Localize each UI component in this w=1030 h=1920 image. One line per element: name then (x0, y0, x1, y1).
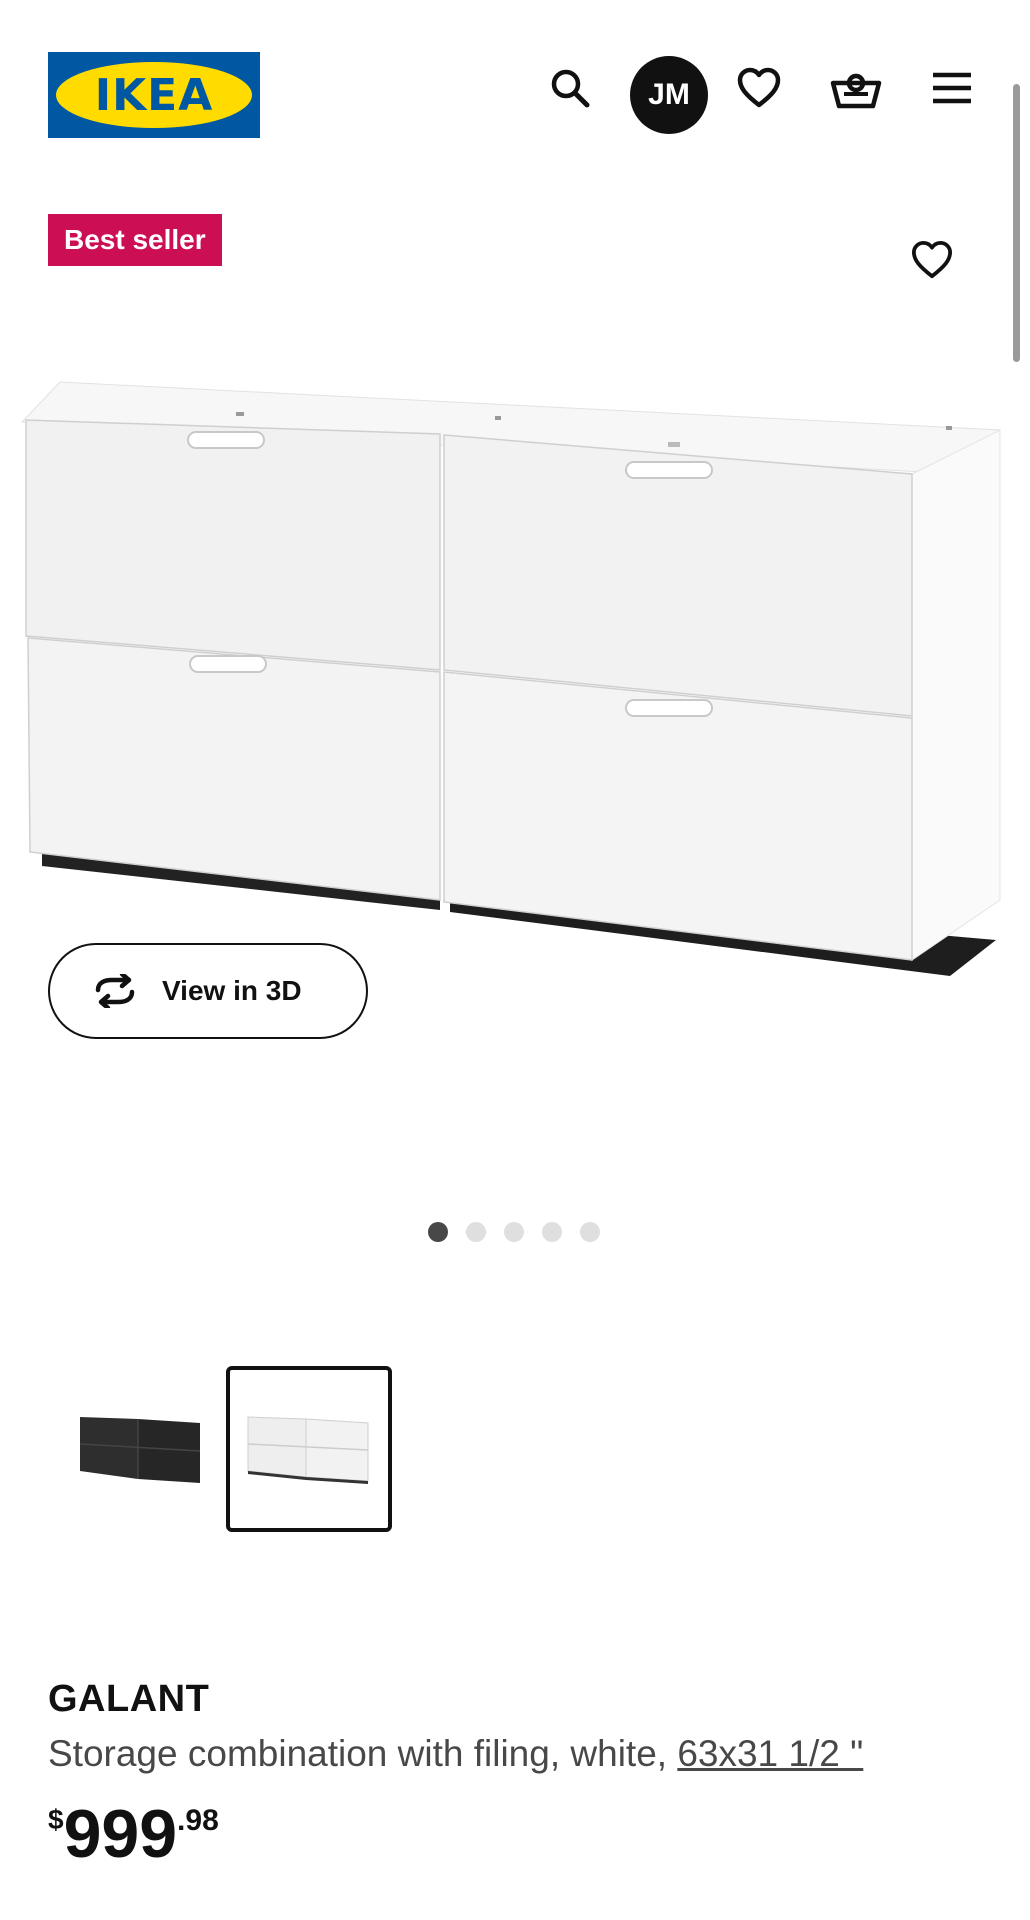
carousel-pagination (428, 1222, 600, 1242)
black-brown-cabinet-thumbnail (79, 1417, 201, 1483)
variant-thumbnail-black-brown[interactable] (58, 1366, 224, 1532)
menu-icon[interactable] (922, 58, 982, 118)
heart-icon[interactable] (729, 58, 789, 118)
cabinet-illustration (20, 381, 1002, 976)
carousel-dot-4[interactable] (542, 1222, 562, 1242)
add-to-favourites-heart-icon[interactable] (902, 232, 962, 288)
logo-text: IKEA (94, 69, 214, 121)
basket-icon[interactable] (826, 58, 886, 118)
rotate-3d-icon (95, 974, 135, 1008)
menu-icon-svg (933, 72, 971, 104)
product-description-text: Storage combination with filing, white, (48, 1733, 678, 1774)
price-decimal: .98 (177, 1804, 219, 1837)
basket-icon-svg (830, 73, 882, 109)
search-icon-svg (551, 69, 590, 108)
heart-icon-svg (737, 67, 781, 108)
ikea-logo[interactable]: IKEA (48, 52, 260, 138)
page-scrollbar[interactable] (1013, 84, 1020, 362)
price-integer: 999 (63, 1796, 178, 1872)
price-currency: $ (48, 1804, 64, 1835)
view-in-3d-button[interactable]: View in 3D (48, 943, 368, 1039)
avatar[interactable]: JM (630, 56, 708, 134)
carousel-dot-2[interactable] (466, 1222, 486, 1242)
search-icon[interactable] (540, 58, 600, 118)
best-seller-badge: Best seller (48, 214, 222, 266)
carousel-dot-5[interactable] (580, 1222, 600, 1242)
heart-outline-icon (912, 240, 952, 279)
variant-thumbnail-white[interactable] (226, 1366, 392, 1532)
product-size-link[interactable]: 63x31 1/2 " (677, 1733, 863, 1774)
product-main-image[interactable] (0, 360, 1030, 1000)
view-in-3d-label: View in 3D (162, 975, 302, 1006)
carousel-dot-1[interactable] (428, 1222, 448, 1242)
carousel-dot-3[interactable] (504, 1222, 524, 1242)
product-description: Storage combination with filing, white, … (48, 1733, 863, 1775)
product-name: GALANT (48, 1678, 210, 1720)
white-cabinet-thumbnail (247, 1416, 369, 1484)
product-price: $ 999 .98 (48, 1796, 219, 1872)
header: IKEA JM (0, 0, 1030, 160)
registered-mark (248, 78, 258, 88)
